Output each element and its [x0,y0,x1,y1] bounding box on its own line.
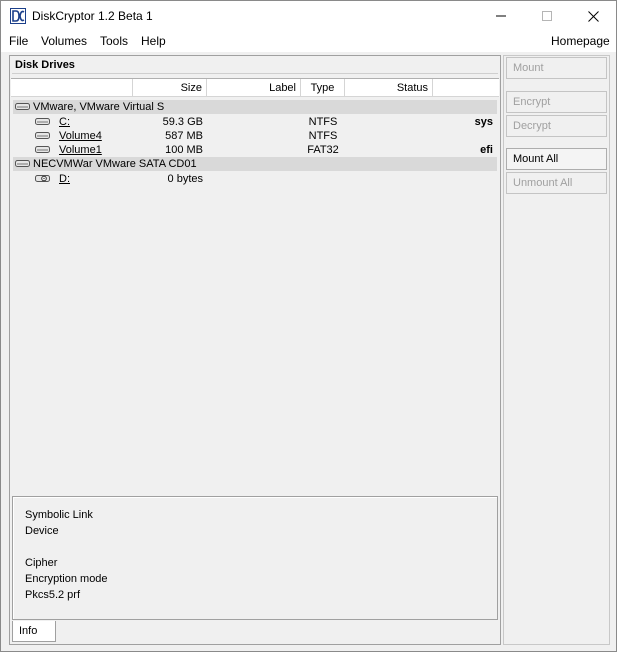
disk-icon [15,103,30,110]
disk-name: VMware, VMware Virtual S [33,101,165,113]
disk-icon [15,160,30,167]
close-icon [587,10,599,22]
column-type[interactable]: Type [301,79,345,97]
drives-pane: Disk Drives Size Label Type Status VMwar… [9,55,501,645]
disk-group-row[interactable]: NECVMWar VMware SATA CD01 [13,157,497,171]
encryption-mode-label: Encryption mode [25,573,108,585]
volume-name: Volume1 [59,144,102,156]
maximize-icon [542,11,552,21]
actions-pane: Mount Encrypt Decrypt Mount All Unmount … [503,55,610,645]
minimize-icon [496,15,506,17]
volume-name: Volume4 [59,130,102,142]
cipher-label: Cipher [25,557,58,569]
volume-name: C: [59,116,70,128]
volume-flag: efi [480,144,493,156]
menu-tools[interactable]: Tools [98,34,130,48]
title-bar[interactable]: DiskCryptor 1.2 Beta 1 [1,1,616,31]
symbolic-link-label: Symbolic Link [25,509,93,521]
decrypt-button[interactable]: Decrypt [506,115,607,137]
volume-flag: sys [474,116,493,128]
volume-size: 100 MB [165,144,203,156]
maximize-button[interactable] [524,1,570,31]
menu-file[interactable]: File [7,34,30,48]
hdd-icon [35,132,50,139]
device-label: Device [25,525,59,537]
tab-info[interactable]: Info [12,621,56,642]
info-panel: Symbolic Link Device Cipher Encryption m… [12,496,498,620]
volume-row[interactable]: D: 0 bytes [13,172,497,186]
column-header: Size Label Type Status [11,79,499,97]
encrypt-button[interactable]: Encrypt [506,91,607,113]
homepage-link[interactable]: Homepage [549,34,612,48]
volume-type: FAT32 [307,144,339,156]
menu-help[interactable]: Help [139,34,168,48]
column-label[interactable]: Label [207,79,301,97]
volume-size: 0 bytes [167,173,203,185]
volume-row[interactable]: Volume4 587 MB NTFS [13,129,497,143]
close-button[interactable] [570,1,616,31]
volume-type: NTFS [308,116,338,128]
window-title: DiskCryptor 1.2 Beta 1 [32,9,153,23]
column-flags[interactable] [433,79,499,97]
unmount-all-button[interactable]: Unmount All [506,172,607,194]
column-size[interactable]: Size [133,79,207,97]
volume-type: NTFS [308,130,338,142]
drives-panel-title: Disk Drives [15,59,75,71]
volume-size: 59.3 GB [162,116,203,128]
volume-name: D: [59,173,70,185]
drives-panel-header: Disk Drives [12,58,498,74]
mount-all-button[interactable]: Mount All [506,148,607,170]
hdd-icon [35,118,50,125]
main-window: DiskCryptor 1.2 Beta 1 File Volumes Tool… [0,0,617,652]
disk-name: NECVMWar VMware SATA CD01 [33,158,197,170]
hdd-icon [35,146,50,153]
cdrom-icon [35,175,50,182]
mount-button[interactable]: Mount [506,57,607,79]
disk-group-row[interactable]: VMware, VMware Virtual S [13,100,497,114]
volume-row[interactable]: C: 59.3 GB NTFS sys [13,115,497,129]
menu-volumes[interactable]: Volumes [39,34,89,48]
diskcryptor-app-icon [10,8,26,24]
volume-size: 587 MB [165,130,203,142]
minimize-button[interactable] [478,1,524,31]
menu-bar: File Volumes Tools Help Homepage [1,31,616,52]
tab-info-label: Info [19,625,38,637]
column-name[interactable] [11,79,133,97]
pkcs-prf-label: Pkcs5.2 prf [25,589,81,601]
column-status[interactable]: Status [345,79,433,97]
volume-row[interactable]: Volume1 100 MB FAT32 efi [13,143,497,157]
drives-list[interactable]: Size Label Type Status VMware, VMware Vi… [11,78,499,492]
